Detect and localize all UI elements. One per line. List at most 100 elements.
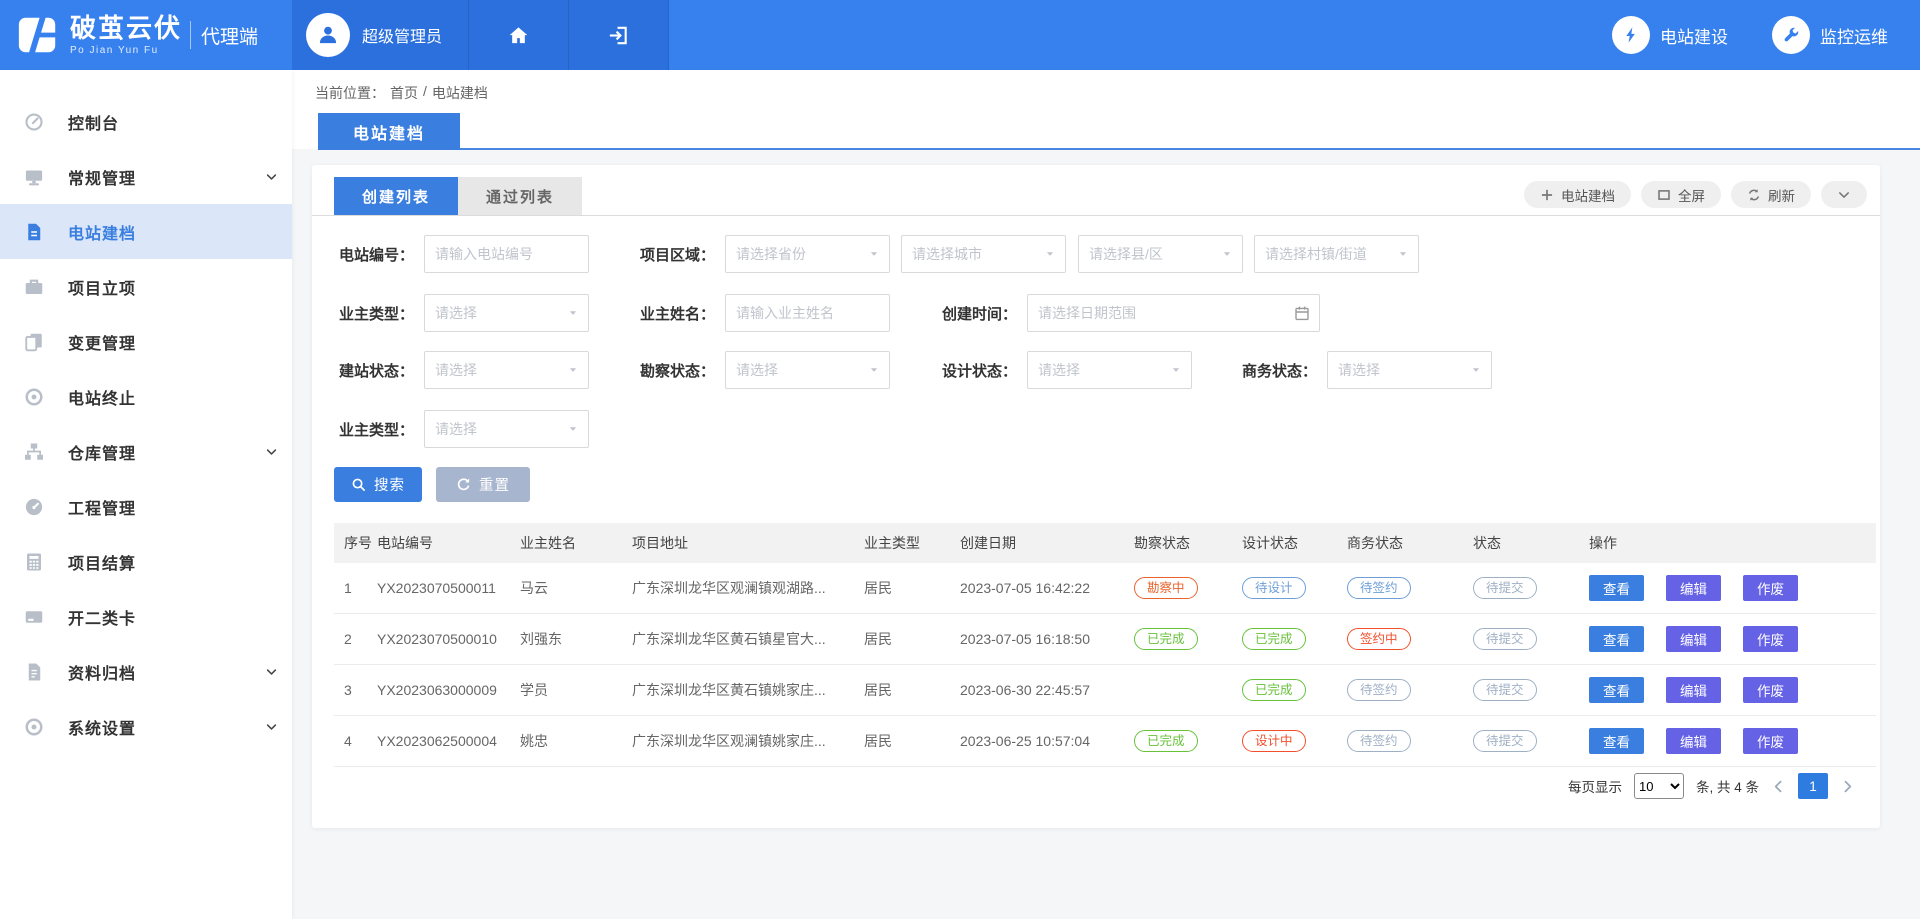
select-placeholder: 请选择 <box>435 360 477 380</box>
logout-button[interactable] <box>569 0 669 70</box>
per-page-label: 每页显示 <box>1568 776 1622 796</box>
tab-pass-list[interactable]: 通过列表 <box>458 177 582 215</box>
status-badge: 设计中 <box>1242 730 1306 753</box>
build-status-select[interactable]: 请选择 <box>424 351 589 389</box>
sidebar-item-project-settlement[interactable]: 项目结算 <box>0 534 292 589</box>
current-page-button[interactable]: 1 <box>1798 773 1828 799</box>
column-header: 操作 <box>1589 533 1876 553</box>
status-badge: 已完成 <box>1134 628 1198 651</box>
sidebar-item-console[interactable]: 控制台 <box>0 94 292 149</box>
fullscreen-button[interactable]: 全屏 <box>1641 181 1721 208</box>
home-button[interactable] <box>469 0 569 70</box>
filter-label: 创建时间： <box>937 303 1027 324</box>
select-placeholder: 请选择 <box>1038 360 1080 380</box>
void-button[interactable]: 作废 <box>1743 728 1798 754</box>
sidebar-item-data-archive[interactable]: 资料归档 <box>0 644 292 699</box>
home-icon <box>507 24 530 47</box>
column-header: 创建日期 <box>960 533 1134 553</box>
station-code-input[interactable] <box>424 235 589 273</box>
sidebar-item-station-termination[interactable]: 电站终止 <box>0 369 292 424</box>
refresh-button[interactable]: 刷新 <box>1731 181 1811 208</box>
sidebar-item-station-archive[interactable]: 电站建档 <box>0 204 292 259</box>
file-icon <box>24 662 44 682</box>
tab-create-list[interactable]: 创建列表 <box>334 177 458 215</box>
create-station-button[interactable]: 电站建档 <box>1524 181 1631 208</box>
header-nav-label: 电站建设 <box>1660 23 1728 48</box>
filter-field-station-code: 电站编号： <box>334 235 589 273</box>
province-select[interactable]: 请选择省份 <box>725 235 890 273</box>
breadcrumb-home[interactable]: 首页 <box>390 83 418 103</box>
filter-field-province: 项目区域：请选择省份 <box>635 235 890 273</box>
header-nav-monitor-ops[interactable]: 监控运维 <box>1772 16 1888 54</box>
document-icon <box>24 222 44 242</box>
design-status-select[interactable]: 请选择 <box>1027 351 1192 389</box>
brand-name: 破茧云伏 <box>70 14 182 43</box>
header-nav-station-build[interactable]: 电站建设 <box>1612 16 1728 54</box>
business-status-select[interactable]: 请选择 <box>1327 351 1492 389</box>
table-header-row: 序号电站编号业主姓名项目地址业主类型创建日期勘察状态设计状态商务状态状态操作 <box>334 523 1876 563</box>
header-spacer <box>669 0 1612 70</box>
column-header: 项目地址 <box>632 533 864 553</box>
cell-address: 广东深圳龙华区黄石镇姚家庄... <box>632 680 864 700</box>
view-button[interactable]: 查看 <box>1589 575 1644 601</box>
filter-field-build-status: 建站状态：请选择 <box>334 351 589 389</box>
prev-page-button[interactable] <box>1771 779 1786 794</box>
reset-button[interactable]: 重置 <box>436 467 530 502</box>
filter-field-city: 请选择城市 <box>901 235 1066 273</box>
table-row: 1YX2023070500011马云广东深圳龙华区观澜镇观湖路...居民2023… <box>334 563 1876 614</box>
edit-button[interactable]: 编辑 <box>1666 575 1721 601</box>
card-icon <box>24 607 44 627</box>
cell-station-code: YX2023063000009 <box>377 682 520 698</box>
sidebar-item-label: 项目结算 <box>68 550 136 574</box>
cell-survey-status: 已完成 <box>1134 730 1242 753</box>
owner-type-select[interactable]: 请选择 <box>424 294 589 332</box>
next-page-button[interactable] <box>1840 779 1855 794</box>
sidebar-item-system-settings[interactable]: 系统设置 <box>0 699 292 754</box>
per-page-select[interactable]: 10 <box>1634 773 1684 799</box>
brand-divider <box>190 21 191 49</box>
more-button[interactable] <box>1821 181 1867 208</box>
view-button[interactable]: 查看 <box>1589 677 1644 703</box>
page-tab-station-archive[interactable]: 电站建档 <box>318 113 460 150</box>
sidebar-item-label: 电站建档 <box>68 220 136 244</box>
cell-owner-name: 姚忠 <box>520 731 632 751</box>
owner-name-input[interactable] <box>725 294 890 332</box>
edit-button[interactable]: 编辑 <box>1666 626 1721 652</box>
create-time-input[interactable] <box>1027 294 1320 332</box>
breadcrumb-prefix: 当前位置： <box>315 83 385 103</box>
view-button[interactable]: 查看 <box>1589 626 1644 652</box>
survey-status-select[interactable]: 请选择 <box>725 351 890 389</box>
user-menu[interactable]: 超级管理员 <box>292 0 469 70</box>
void-button[interactable]: 作废 <box>1743 626 1798 652</box>
edit-button[interactable]: 编辑 <box>1666 677 1721 703</box>
cell-created-date: 2023-07-05 16:18:50 <box>960 631 1134 647</box>
cell-status: 待提交 <box>1473 628 1589 651</box>
caret-down-icon <box>1222 249 1232 259</box>
sidebar-item-project-initiation[interactable]: 项目立项 <box>0 259 292 314</box>
select-placeholder: 请选择 <box>435 303 477 323</box>
city-select[interactable]: 请选择城市 <box>901 235 1066 273</box>
toolbar-button-label: 电站建档 <box>1561 185 1615 205</box>
void-button[interactable]: 作废 <box>1743 677 1798 703</box>
edit-button[interactable]: 编辑 <box>1666 728 1721 754</box>
void-button[interactable]: 作废 <box>1743 575 1798 601</box>
town-select[interactable]: 请选择村镇/街道 <box>1254 235 1419 273</box>
sidebar-item-change-mgmt[interactable]: 变更管理 <box>0 314 292 369</box>
breadcrumb-current: 电站建档 <box>432 83 488 103</box>
sidebar-item-type2-card[interactable]: 开二类卡 <box>0 589 292 644</box>
county-select[interactable]: 请选择县/区 <box>1078 235 1243 273</box>
owner-type-2-select[interactable]: 请选择 <box>424 410 589 448</box>
user-avatar-icon <box>306 13 350 57</box>
view-button[interactable]: 查看 <box>1589 728 1644 754</box>
column-header: 电站编号 <box>377 533 520 553</box>
sidebar-item-label: 系统设置 <box>68 715 136 739</box>
chevron-down-icon <box>1837 188 1851 202</box>
cell-seq: 2 <box>334 631 377 647</box>
filter-label: 项目区域： <box>635 244 725 265</box>
search-button[interactable]: 搜索 <box>334 467 422 502</box>
caret-down-icon <box>869 249 879 259</box>
sidebar-item-engineering-mgmt[interactable]: 工程管理 <box>0 479 292 534</box>
sidebar-item-warehouse-mgmt[interactable]: 仓库管理 <box>0 424 292 479</box>
table-row: 2YX2023070500010刘强东广东深圳龙华区黄石镇星官大...居民202… <box>334 614 1876 665</box>
sidebar-item-general-mgmt[interactable]: 常规管理 <box>0 149 292 204</box>
